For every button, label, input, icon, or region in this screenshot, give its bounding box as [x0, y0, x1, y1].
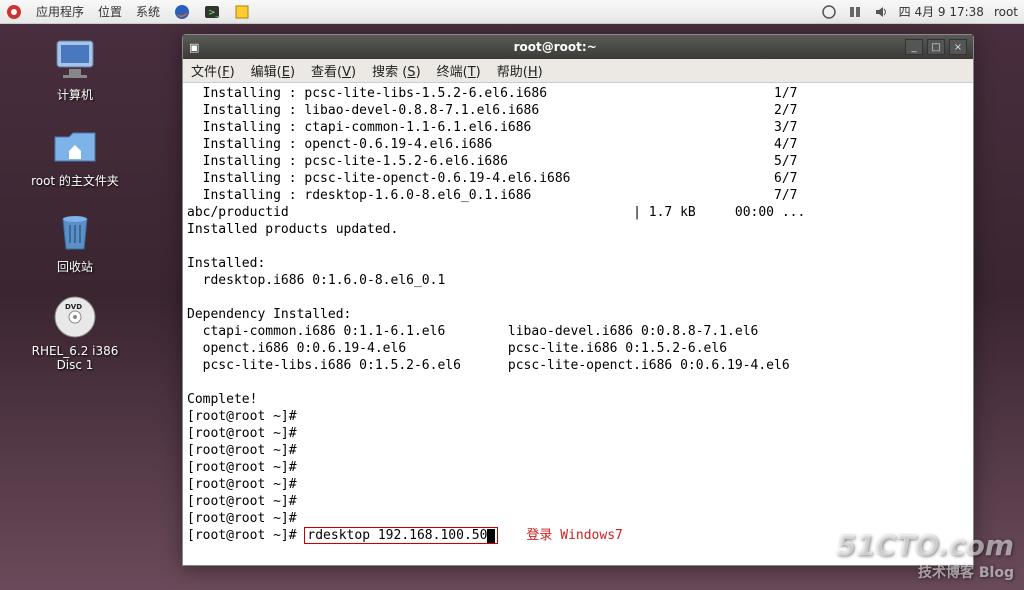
terminal-window: ▣ root@root:~ _ □ × 文件(F) 编辑(E) 查看(V) 搜索…: [182, 34, 974, 566]
close-button[interactable]: ×: [949, 39, 967, 55]
minimize-button[interactable]: _: [905, 39, 923, 55]
menu-help[interactable]: 帮助(H): [497, 61, 543, 80]
update-icon[interactable]: [821, 4, 837, 20]
terminal-launcher-icon[interactable]: >_: [204, 4, 220, 20]
desktop-label-disc: RHEL_6.2 i386 Disc 1: [20, 344, 130, 372]
menu-edit[interactable]: 编辑(E): [251, 61, 295, 80]
watermark: 51CTO.com 技术博客 Blog: [837, 529, 1014, 582]
window-title: root@root:~: [205, 40, 905, 54]
annotation: 登录 Windows7: [526, 528, 622, 543]
clock[interactable]: 四 4月 9 17:38: [899, 3, 984, 20]
terminal-output[interactable]: Installing : pcsc-lite-libs-1.5.2-6.el6.…: [183, 83, 973, 565]
desktop: 应用程序 位置 系统 >_ 四 4月 9 17:38 root 计算机: [0, 0, 1024, 590]
menu-terminal[interactable]: 终端(T): [437, 61, 481, 80]
desktop-icon-home[interactable]: root 的主文件夹: [20, 121, 130, 189]
menu-applications[interactable]: 应用程序: [36, 3, 84, 20]
menu-file[interactable]: 文件(F): [191, 61, 235, 80]
maximize-button[interactable]: □: [927, 39, 945, 55]
command-input[interactable]: rdesktop 192.168.100.50: [304, 527, 498, 544]
desktop-icon-disc[interactable]: DVD RHEL_6.2 i386 Disc 1: [20, 293, 130, 372]
volume-icon[interactable]: [873, 4, 889, 20]
svg-text:>_: >_: [208, 8, 220, 18]
titlebar[interactable]: ▣ root@root:~ _ □ ×: [183, 35, 973, 59]
firefox-icon[interactable]: [174, 4, 190, 20]
top-panel: 应用程序 位置 系统 >_ 四 4月 9 17:38 root: [0, 0, 1024, 24]
desktop-label-trash: 回收站: [57, 258, 93, 275]
window-menu-icon[interactable]: ▣: [189, 41, 199, 54]
distro-icon: [6, 4, 22, 20]
desktop-icon-trash[interactable]: 回收站: [20, 207, 130, 275]
desktop-icon-computer[interactable]: 计算机: [20, 35, 130, 103]
menu-places[interactable]: 位置: [98, 3, 122, 20]
menu-search[interactable]: 搜索 (S): [372, 61, 421, 80]
app-launcher-icon[interactable]: [234, 4, 250, 20]
desktop-label-home: root 的主文件夹: [31, 172, 119, 189]
network-icon[interactable]: [847, 4, 863, 20]
svg-text:DVD: DVD: [65, 303, 82, 311]
menu-system[interactable]: 系统: [136, 3, 160, 20]
desktop-label-computer: 计算机: [57, 86, 93, 103]
cursor: [487, 529, 495, 543]
menu-view[interactable]: 查看(V): [311, 61, 356, 80]
menubar: 文件(F) 编辑(E) 查看(V) 搜索 (S) 终端(T) 帮助(H): [183, 59, 973, 83]
user-label[interactable]: root: [994, 5, 1018, 19]
